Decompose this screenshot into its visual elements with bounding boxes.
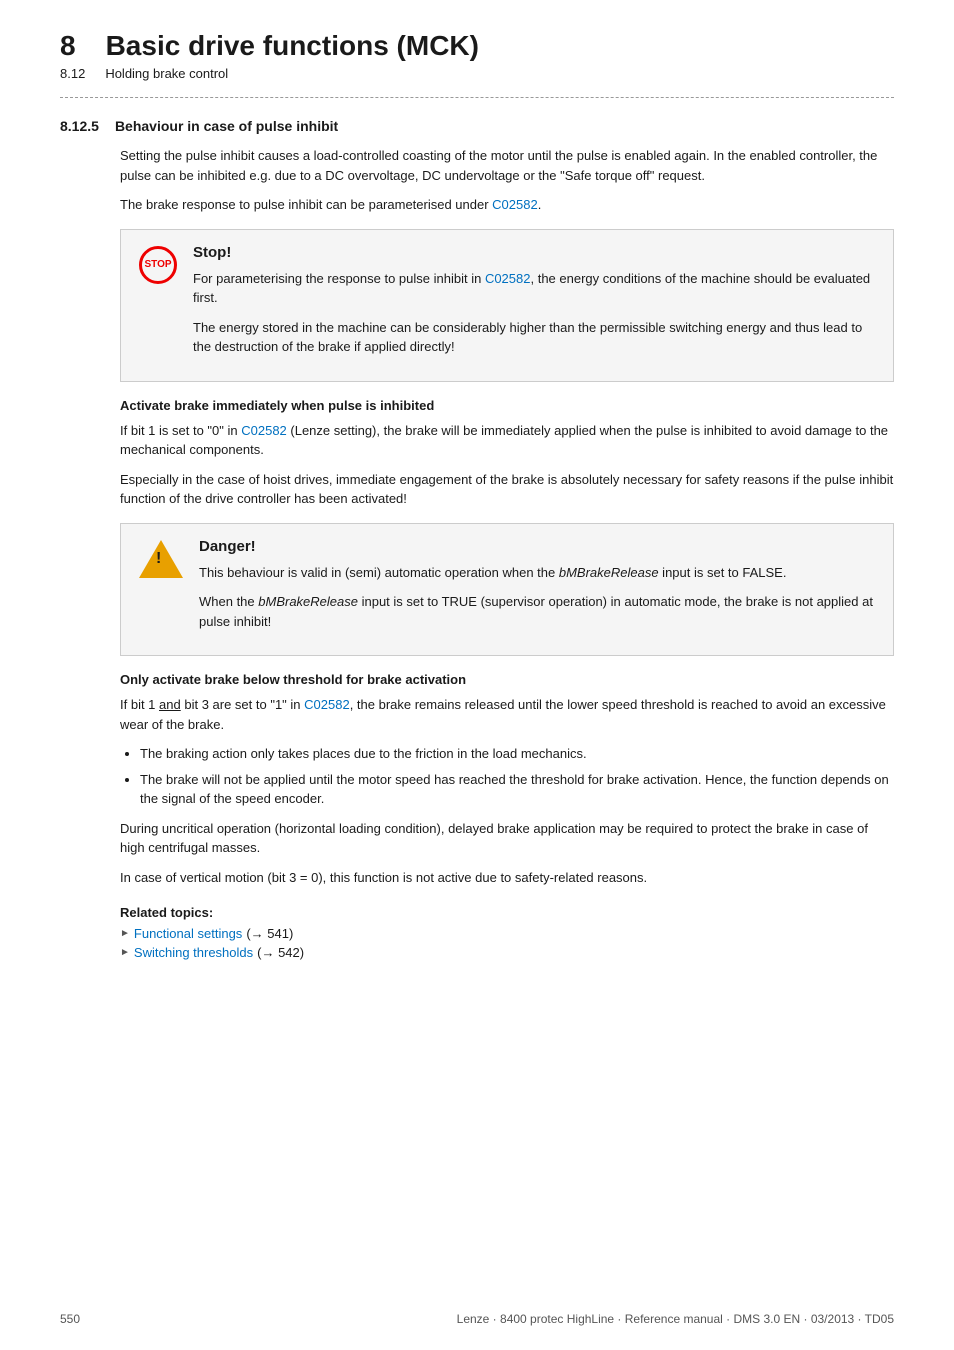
- sub-title: Holding brake control: [105, 66, 228, 81]
- sub-header: 8.12 Holding brake control: [60, 66, 894, 81]
- list-item: The braking action only takes places due…: [140, 744, 894, 764]
- intro-paragraph-2: The brake response to pulse inhibit can …: [120, 195, 894, 215]
- activate-c02582-link[interactable]: C02582: [241, 423, 287, 438]
- threshold-c02582-link[interactable]: C02582: [304, 697, 350, 712]
- related-topics-title: Related topics:: [120, 905, 894, 920]
- threshold-heading: Only activate brake below threshold for …: [120, 672, 894, 687]
- danger-para1: This behaviour is valid in (semi) automa…: [199, 563, 875, 583]
- stop-para1: For parameterising the response to pulse…: [193, 269, 875, 308]
- section-number: 8.12.5: [60, 118, 99, 134]
- chapter-title: Basic drive functions (MCK): [106, 30, 479, 62]
- stop-c02582-link[interactable]: C02582: [485, 271, 531, 286]
- intro-c02582-link[interactable]: C02582: [492, 197, 538, 212]
- activate-heading: Activate brake immediately when pulse is…: [120, 398, 894, 413]
- related-ref-2: (→ 542): [257, 945, 304, 960]
- main-content: Setting the pulse inhibit causes a load-…: [120, 146, 894, 960]
- danger-title: Danger!: [199, 538, 875, 555]
- section-heading: 8.12.5 Behaviour in case of pulse inhibi…: [60, 118, 894, 134]
- related-topics: Related topics: ► Functional settings (→…: [120, 905, 894, 960]
- intro-para2-text: The brake response to pulse inhibit can …: [120, 197, 492, 212]
- related-item-1: ► Functional settings (→ 541): [120, 926, 894, 941]
- footer-doc-info: Lenze · 8400 protec HighLine · Reference…: [457, 1312, 894, 1326]
- page-header: 8 Basic drive functions (MCK): [60, 30, 894, 62]
- danger-italic-2: bMBrakeRelease: [258, 594, 358, 609]
- related-ref-1: (→ 541): [246, 926, 293, 941]
- related-item-2: ► Switching thresholds (→ 542): [120, 945, 894, 960]
- danger-box: Danger! This behaviour is valid in (semi…: [120, 523, 894, 657]
- activate-para1: If bit 1 is set to "0" in C02582 (Lenze …: [120, 421, 894, 460]
- danger-para2: When the bMBrakeRelease input is set to …: [199, 592, 875, 631]
- threshold-underline: and: [159, 697, 181, 712]
- related-link-functional-settings[interactable]: Functional settings: [134, 926, 242, 941]
- related-arrow-2: ►: [120, 947, 130, 958]
- danger-icon: [139, 540, 183, 581]
- footer-page-number: 550: [60, 1312, 80, 1326]
- stop-para2: The energy stored in the machine can be …: [193, 318, 875, 357]
- sub-number: 8.12: [60, 66, 85, 81]
- page-footer: 550 Lenze · 8400 protec HighLine · Refer…: [60, 1312, 894, 1326]
- danger-triangle: [139, 540, 183, 578]
- threshold-para2: During uncritical operation (horizontal …: [120, 819, 894, 858]
- chapter-number: 8: [60, 30, 76, 62]
- list-item: The brake will not be applied until the …: [140, 770, 894, 809]
- threshold-bullet-list: The braking action only takes places due…: [140, 744, 894, 809]
- activate-para2: Especially in the case of hoist drives, …: [120, 470, 894, 509]
- section-title: Behaviour in case of pulse inhibit: [115, 118, 338, 134]
- stop-content: Stop! For parameterising the response to…: [193, 244, 875, 367]
- stop-icon: STOP: [139, 246, 177, 284]
- danger-content: Danger! This behaviour is valid in (semi…: [199, 538, 875, 642]
- intro-paragraph-1: Setting the pulse inhibit causes a load-…: [120, 146, 894, 185]
- threshold-para1: If bit 1 and bit 3 are set to "1" in C02…: [120, 695, 894, 734]
- danger-italic-1: bMBrakeRelease: [559, 565, 659, 580]
- stop-title: Stop!: [193, 244, 875, 261]
- stop-box: STOP Stop! For parameterising the respon…: [120, 229, 894, 382]
- related-link-switching-thresholds[interactable]: Switching thresholds: [134, 945, 253, 960]
- section-divider: [60, 97, 894, 98]
- stop-circle: STOP: [139, 246, 177, 284]
- threshold-para3: In case of vertical motion (bit 3 = 0), …: [120, 868, 894, 888]
- related-arrow-1: ►: [120, 928, 130, 939]
